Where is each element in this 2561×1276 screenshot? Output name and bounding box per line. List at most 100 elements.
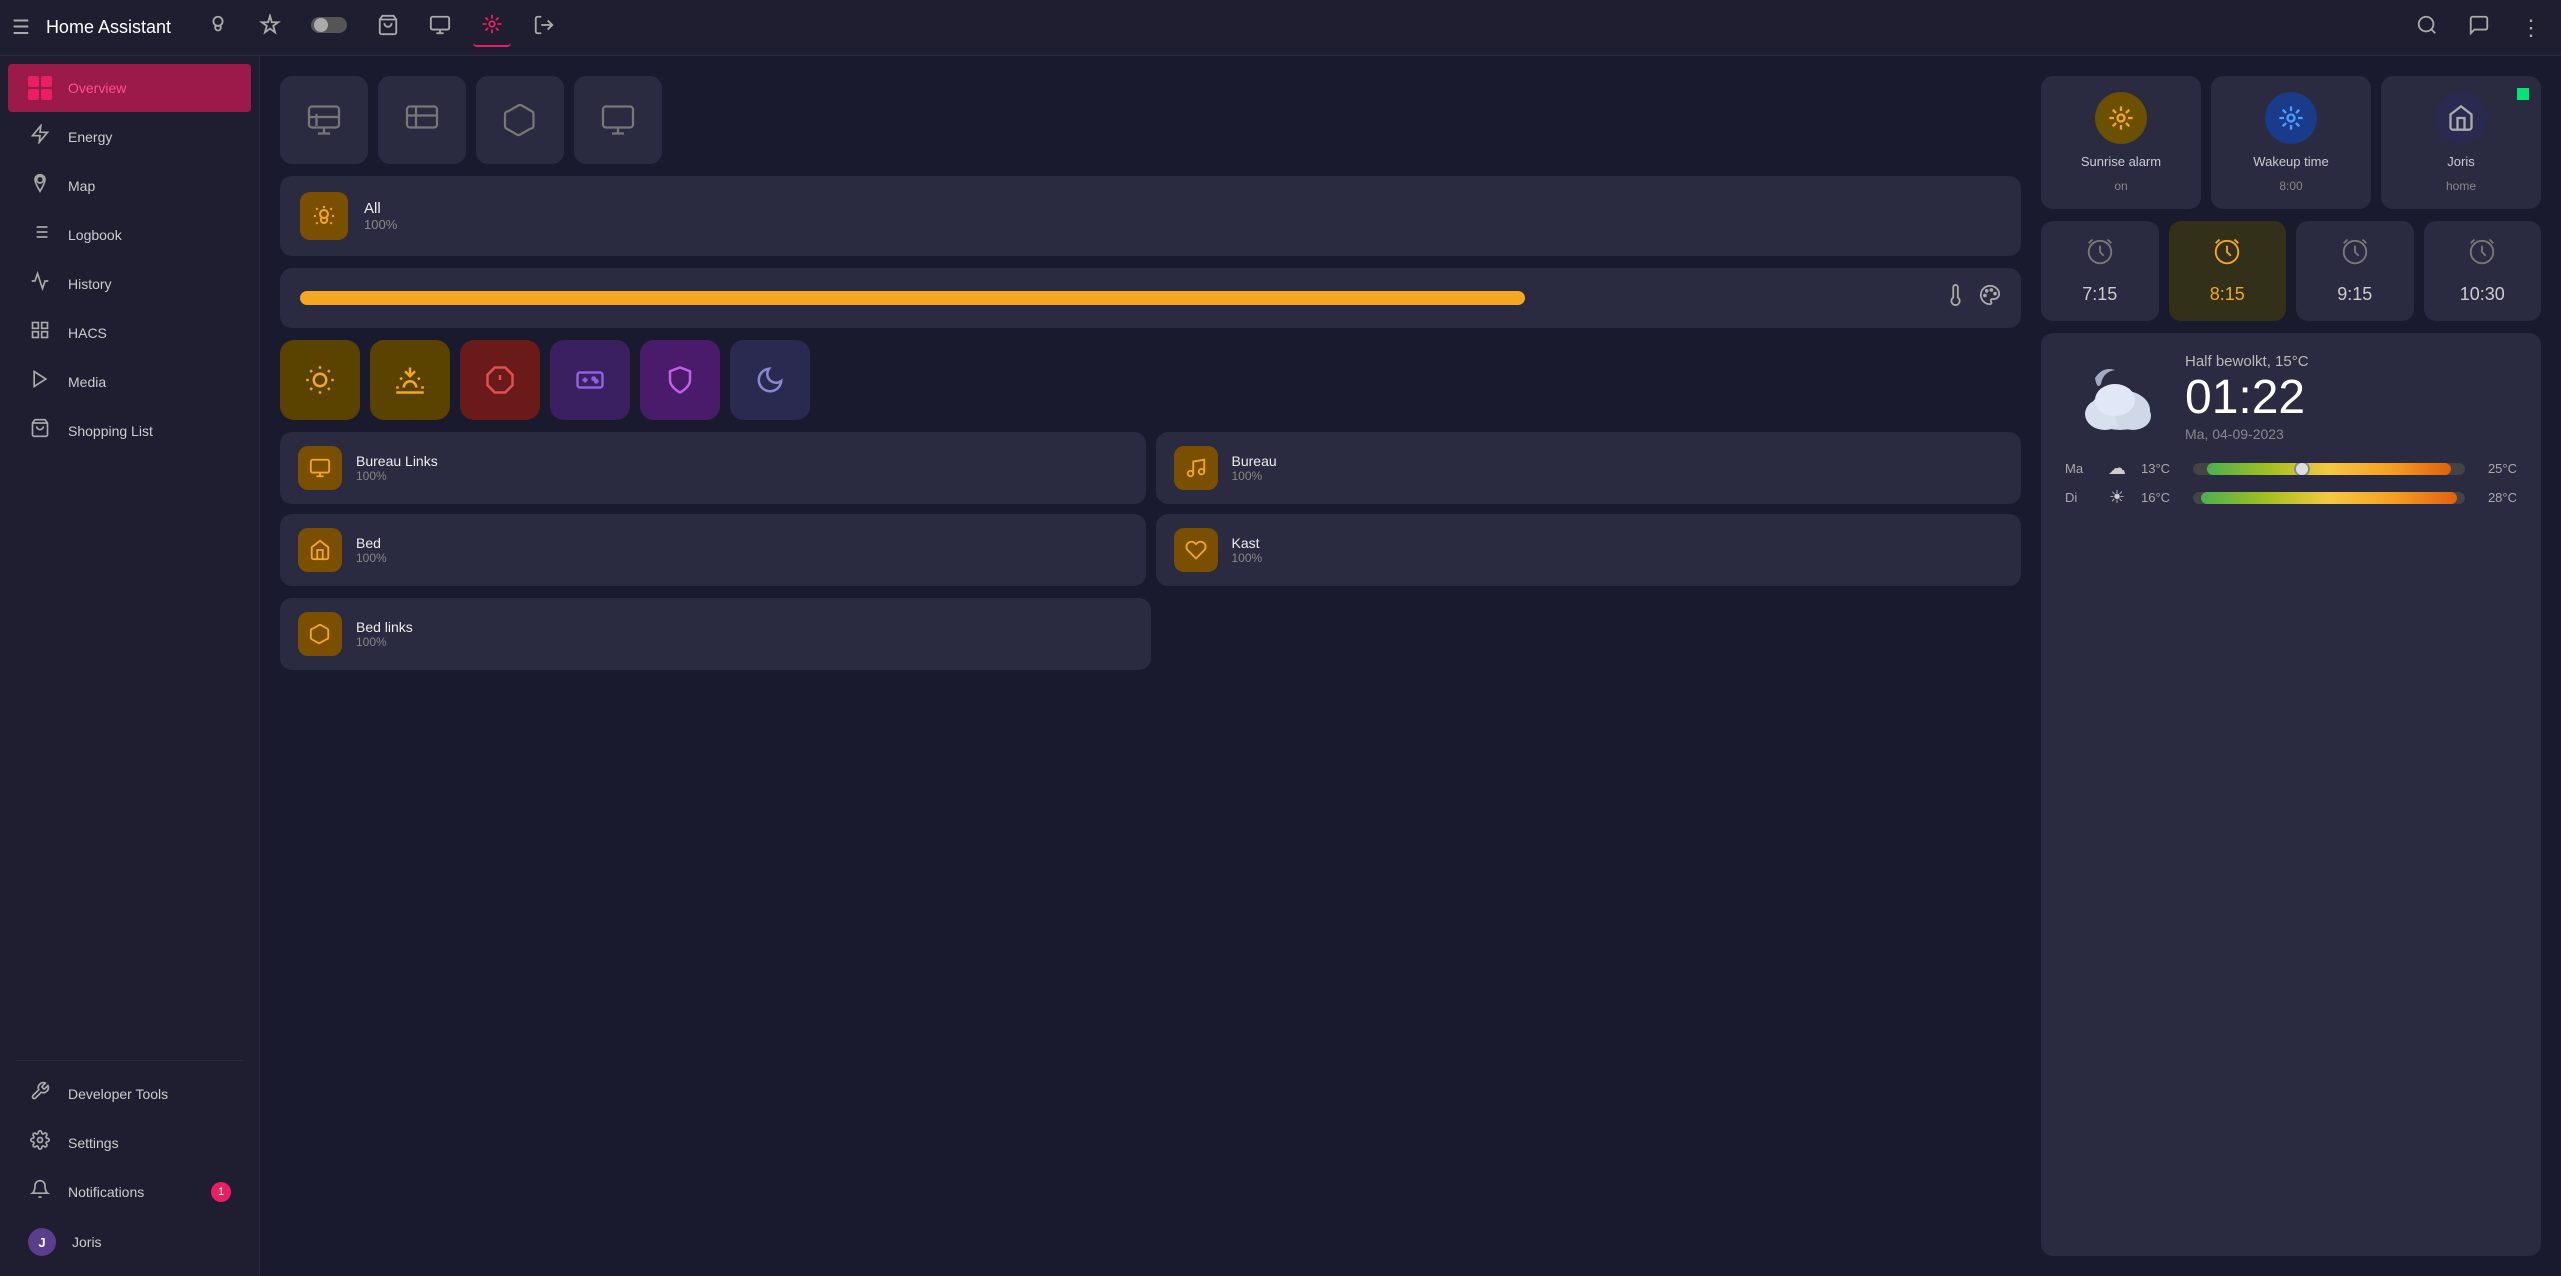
weather-date: Ma, 04-09-2023 bbox=[2185, 426, 2309, 442]
alarm-915[interactable]: 9:15 bbox=[2296, 221, 2414, 321]
alarm-915-time: 9:15 bbox=[2337, 284, 2372, 305]
scene-btn-1[interactable] bbox=[280, 76, 368, 164]
palette-icon[interactable] bbox=[1979, 284, 2001, 312]
history-icon bbox=[28, 271, 52, 296]
alarm-1030-icon bbox=[2467, 237, 2497, 274]
overview-icon bbox=[28, 76, 52, 100]
scene-btn-2[interactable] bbox=[378, 76, 466, 164]
developer-icon bbox=[28, 1081, 52, 1106]
bureau-links-name: Bureau Links bbox=[356, 453, 438, 469]
nav-automation-icon[interactable] bbox=[251, 10, 289, 46]
scene-btn-4[interactable] bbox=[574, 76, 662, 164]
sidebar-item-media[interactable]: Media bbox=[8, 357, 251, 406]
sidebar-label-logbook: Logbook bbox=[68, 227, 122, 243]
forecast-day-di: Di bbox=[2065, 490, 2093, 505]
sidebar-item-shopping[interactable]: Shopping List bbox=[8, 406, 251, 455]
sidebar-item-settings[interactable]: Settings bbox=[8, 1118, 251, 1167]
sunrise-scene-btn[interactable] bbox=[370, 340, 450, 420]
nav-toggle-icon[interactable] bbox=[303, 10, 355, 46]
bed-icon bbox=[298, 528, 342, 572]
weather-top: Half bewolkt, 15°C 01:22 Ma, 04-09-2023 bbox=[2065, 353, 2517, 442]
morning-scene-btn[interactable] bbox=[280, 340, 360, 420]
chat-icon[interactable] bbox=[2460, 10, 2498, 46]
forecast-day-ma: Ma bbox=[2065, 461, 2093, 476]
thermometer-icon[interactable] bbox=[1945, 284, 1967, 312]
nav-cart-icon[interactable] bbox=[369, 10, 407, 46]
app-title: Home Assistant bbox=[46, 17, 171, 38]
kast-name: Kast bbox=[1232, 535, 1263, 551]
sidebar-item-map[interactable]: Map bbox=[8, 161, 251, 210]
weather-desc: Half bewolkt, 15°C bbox=[2185, 353, 2309, 370]
sidebar-item-notifications[interactable]: Notifications 1 bbox=[8, 1167, 251, 1216]
bed-links-card[interactable]: Bed links 100% bbox=[280, 598, 1151, 670]
moon-scene-btn[interactable] bbox=[730, 340, 810, 420]
user-avatar: J bbox=[28, 1228, 56, 1256]
alarm-815[interactable]: 8:15 bbox=[2169, 221, 2287, 321]
bed-card[interactable]: Bed 100% bbox=[280, 514, 1146, 586]
sidebar-item-energy[interactable]: Energy bbox=[8, 112, 251, 161]
menu-icon[interactable]: ☰ bbox=[12, 15, 30, 40]
main-layout: Overview Energy Map Logbook History bbox=[0, 56, 2561, 1276]
bureau-links-card[interactable]: Bureau Links 100% bbox=[280, 432, 1146, 504]
nav-icons bbox=[199, 9, 2400, 47]
forecast-row-di: Di ☀ 16°C 28°C bbox=[2065, 487, 2517, 508]
nav-exit-icon[interactable] bbox=[525, 10, 563, 46]
bureau-card[interactable]: Bureau 100% bbox=[1156, 432, 2022, 504]
sidebar-label-notifications: Notifications bbox=[68, 1184, 144, 1200]
wakeup-status: 8:00 bbox=[2279, 179, 2302, 193]
weather-info: Half bewolkt, 15°C 01:22 Ma, 04-09-2023 bbox=[2185, 353, 2309, 442]
sidebar-item-logbook[interactable]: Logbook bbox=[8, 210, 251, 259]
map-icon bbox=[28, 173, 52, 198]
weather-forecast: Ma ☁ 13°C 25°C Di ☀ 16°C bbox=[2065, 458, 2517, 508]
nav-bulb-icon[interactable] bbox=[199, 10, 237, 46]
alarm-715[interactable]: 7:15 bbox=[2041, 221, 2159, 321]
bureau-value: 100% bbox=[1232, 469, 1277, 483]
scene-btn-3[interactable] bbox=[476, 76, 564, 164]
sidebar-item-developer[interactable]: Developer Tools bbox=[8, 1069, 251, 1118]
more-icon[interactable]: ⋮ bbox=[2512, 11, 2549, 45]
alarm-815-time: 8:15 bbox=[2210, 284, 2245, 305]
brightness-row bbox=[280, 268, 2021, 328]
hacs-icon bbox=[28, 320, 52, 345]
right-icons: ⋮ bbox=[2408, 10, 2549, 46]
settings-icon bbox=[28, 1130, 52, 1155]
alarm-715-icon bbox=[2085, 237, 2115, 274]
kast-value: 100% bbox=[1232, 551, 1263, 565]
alarm-1030[interactable]: 10:30 bbox=[2424, 221, 2542, 321]
sidebar-item-history[interactable]: History bbox=[8, 259, 251, 308]
wakeup-card[interactable]: Wakeup time 8:00 bbox=[2211, 76, 2371, 209]
energy-icon bbox=[28, 124, 52, 149]
sidebar-item-hacs[interactable]: HACS bbox=[8, 308, 251, 357]
nav-hub-icon[interactable] bbox=[473, 9, 511, 47]
bureau-links-icon bbox=[298, 446, 342, 490]
notifications-icon bbox=[28, 1179, 52, 1204]
all-light-icon bbox=[300, 192, 348, 240]
shopping-icon bbox=[28, 418, 52, 443]
scene-icons-row bbox=[280, 340, 2021, 420]
game-scene-btn[interactable] bbox=[550, 340, 630, 420]
all-light-value: 100% bbox=[364, 217, 397, 232]
nav-display-icon[interactable] bbox=[421, 10, 459, 46]
all-light-info: All 100% bbox=[364, 200, 397, 232]
forecast-row-ma: Ma ☁ 13°C 25°C bbox=[2065, 458, 2517, 479]
all-light-card[interactable]: All 100% bbox=[280, 176, 2021, 256]
right-column: Sunrise alarm on Wakeup time 8:00 Joris bbox=[2041, 76, 2541, 1256]
scene-button-row bbox=[280, 76, 2021, 164]
left-column: All 100% bbox=[280, 76, 2021, 1256]
relax-scene-btn[interactable] bbox=[640, 340, 720, 420]
time-alarm-row: 7:15 8:15 9:15 bbox=[2041, 221, 2541, 321]
sidebar-item-overview[interactable]: Overview bbox=[8, 64, 251, 112]
kast-card[interactable]: Kast 100% bbox=[1156, 514, 2022, 586]
bureau-name: Bureau bbox=[1232, 453, 1277, 469]
sunrise-alarm-card[interactable]: Sunrise alarm on bbox=[2041, 76, 2201, 209]
sidebar-item-user[interactable]: J Joris bbox=[8, 1216, 251, 1268]
bureau-icon bbox=[1174, 446, 1218, 490]
joris-card[interactable]: Joris home bbox=[2381, 76, 2541, 209]
brightness-slider[interactable] bbox=[300, 291, 1525, 305]
search-icon[interactable] bbox=[2408, 10, 2446, 46]
forecast-bar-ma bbox=[2193, 463, 2465, 475]
all-light-name: All bbox=[364, 200, 397, 217]
forecast-low-di: 16°C bbox=[2141, 490, 2183, 505]
alarm-scene-btn[interactable] bbox=[460, 340, 540, 420]
media-icon bbox=[28, 369, 52, 394]
